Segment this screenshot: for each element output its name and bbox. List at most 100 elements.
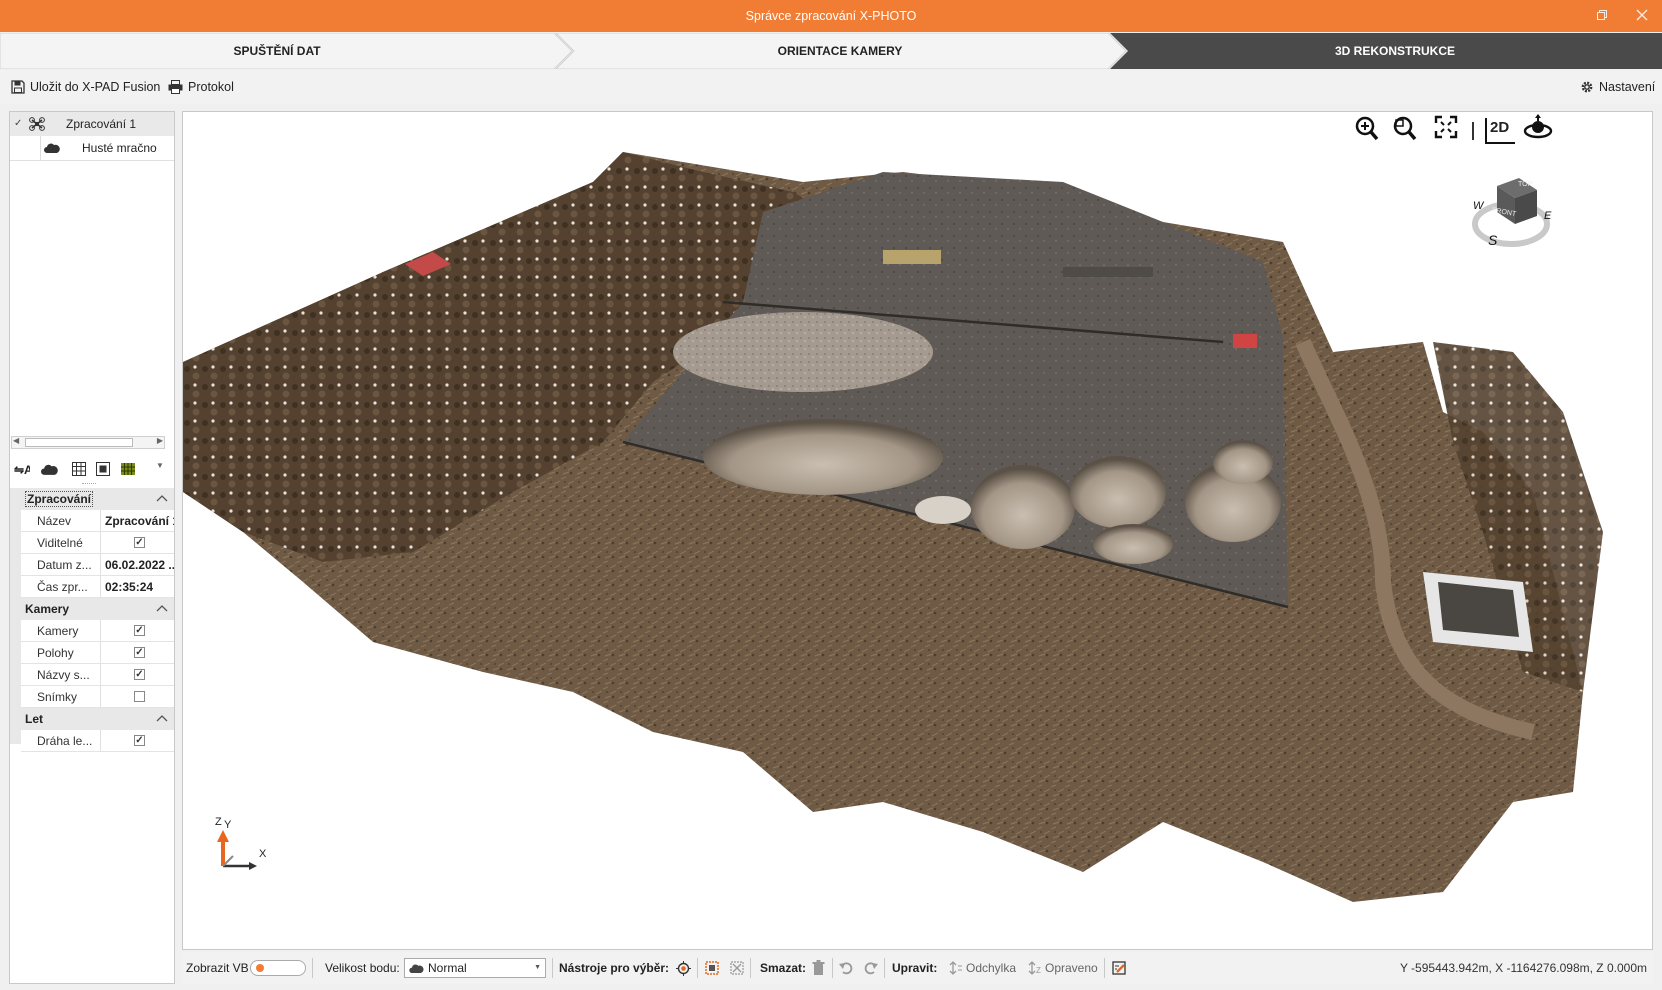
- axis-x-label: X: [259, 848, 267, 860]
- viewcube-top-label[interactable]: TOP: [1518, 181, 1532, 188]
- section-cameras-header[interactable]: Kamery: [21, 598, 174, 620]
- property-value: ✓: [102, 642, 174, 663]
- section-flight-header[interactable]: Let: [21, 708, 174, 730]
- images-checkbox[interactable]: [134, 691, 145, 702]
- corrected-label: Opraveno: [1045, 961, 1098, 975]
- property-value: ✓: [102, 532, 174, 553]
- save-to-xpad-button[interactable]: Uložit do X-PAD Fusion: [11, 70, 160, 104]
- left-panel: ✓ Zpracování 1 Husté mračno ◀ ▶ ⇋A ▼ Zpr…: [9, 111, 175, 984]
- section-processing-header[interactable]: Zpracování: [21, 488, 174, 510]
- protocol-label: Protokol: [188, 80, 234, 94]
- select-point-icon[interactable]: [676, 961, 691, 976]
- trash-icon[interactable]: [812, 960, 825, 976]
- zoom-window-icon[interactable]: [1393, 112, 1417, 142]
- step-data-start[interactable]: SPUŠTĚNÍ DAT: [0, 33, 554, 69]
- tree-item-dense-cloud-label: Husté mračno: [82, 141, 157, 155]
- tree-divider: [10, 160, 174, 161]
- property-key: Kamery: [21, 620, 101, 641]
- property-grid-gutter: [10, 488, 21, 744]
- viewcube-south-label[interactable]: S: [1488, 232, 1497, 248]
- show-vb-label: Zobrazit VB: [186, 961, 249, 975]
- scroll-left-icon[interactable]: ◀: [13, 436, 19, 445]
- splitter-grip[interactable]: [82, 483, 96, 486]
- collapse-icon[interactable]: [156, 714, 168, 722]
- property-value: 02:35:24: [105, 580, 154, 594]
- property-row-name[interactable]: Název Zpracování 1: [21, 510, 174, 532]
- image-names-checkbox[interactable]: ✓: [134, 669, 145, 680]
- tree-item-processing[interactable]: ✓ Zpracování 1: [10, 112, 174, 136]
- step-3d-reconstruction[interactable]: 3D REKONSTRUKCE: [1128, 33, 1662, 69]
- rectangle-select-icon[interactable]: [705, 961, 719, 975]
- chevron-down-icon[interactable]: ✓: [14, 112, 22, 136]
- property-key: Názvy s...: [21, 664, 101, 685]
- property-row-cameras[interactable]: Kamery ✓: [21, 620, 174, 642]
- undo-icon[interactable]: [839, 961, 853, 975]
- property-row-images[interactable]: Snímky: [21, 686, 174, 708]
- collapse-icon[interactable]: [156, 604, 168, 612]
- property-value[interactable]: Zpracování 1: [102, 510, 174, 531]
- deviation-label: Odchylka: [966, 961, 1017, 975]
- property-key: Čas zpr...: [21, 576, 101, 597]
- positions-checkbox[interactable]: ✓: [134, 647, 145, 658]
- property-row-time[interactable]: Čas zpr... 02:35:24: [21, 576, 174, 598]
- text-filter-icon[interactable]: ⇋A: [14, 461, 30, 477]
- edit-label: Upravit:: [892, 961, 938, 975]
- tree-item-processing-label: Zpracování 1: [66, 117, 137, 131]
- point-size-select[interactable]: Normal ▼: [404, 958, 546, 978]
- tree-horizontal-scrollbar[interactable]: ◀ ▶: [11, 436, 165, 449]
- scrollbar-thumb[interactable]: [25, 438, 133, 447]
- viewcube-west-label[interactable]: W: [1473, 200, 1483, 212]
- property-value: ✓: [102, 620, 174, 641]
- main-toolbar: Uložit do X-PAD Fusion Protokol Nastaven…: [0, 70, 1662, 104]
- property-row-image-names[interactable]: Názvy s... ✓: [21, 664, 174, 686]
- property-row-flight-path[interactable]: Dráha le... ✓: [21, 730, 174, 752]
- grid-icon[interactable]: [72, 462, 86, 476]
- edit-attributes-icon[interactable]: [1112, 961, 1127, 976]
- point-size-label: Velikost bodu:: [325, 961, 400, 975]
- restore-button[interactable]: [1582, 0, 1622, 32]
- cloud-filter-icon[interactable]: [41, 464, 58, 475]
- restore-icon: [1597, 10, 1607, 20]
- drone-icon: [29, 117, 45, 131]
- gear-icon: [1581, 81, 1593, 93]
- image-icon[interactable]: [96, 462, 110, 476]
- step-camera-orientation[interactable]: ORIENTACE KAMERY: [572, 33, 1108, 69]
- close-button[interactable]: [1622, 0, 1662, 32]
- tree-item-dense-cloud[interactable]: Husté mračno: [10, 136, 174, 160]
- scroll-right-icon[interactable]: ▶: [157, 436, 163, 445]
- property-row-positions[interactable]: Polohy ✓: [21, 642, 174, 664]
- property-row-visible[interactable]: Viditelné ✓: [21, 532, 174, 554]
- save-icon: [11, 80, 25, 94]
- property-value: 06.02.2022 ...: [105, 558, 174, 572]
- 2d-view-button[interactable]: 2D: [1485, 118, 1515, 144]
- coordinate-readout: Y -595443.942m, X -1164276.098m, Z 0.000…: [1399, 961, 1647, 975]
- title-bar: Správce zpracování X-PHOTO: [0, 0, 1662, 32]
- flight-path-checkbox[interactable]: ✓: [134, 735, 145, 746]
- cameras-checkbox[interactable]: ✓: [134, 625, 145, 636]
- property-value: ✓: [102, 730, 174, 751]
- axis-y-label: Y: [224, 819, 232, 831]
- point-size-value: Normal: [428, 961, 467, 975]
- orbit-icon[interactable]: [1523, 114, 1553, 144]
- collapse-icon[interactable]: [156, 494, 168, 502]
- protocol-button[interactable]: Protokol: [168, 70, 234, 104]
- visible-checkbox[interactable]: ✓: [134, 537, 145, 548]
- viewcube-east-label[interactable]: E: [1544, 210, 1551, 222]
- tree-line: [40, 136, 41, 160]
- chevron-down-icon: ▼: [534, 964, 541, 971]
- 3d-viewport[interactable]: 2D TOP FRONT W E S Z Y X: [182, 111, 1653, 950]
- point-cloud-render[interactable]: [183, 112, 1652, 949]
- colorbar-icon[interactable]: [121, 463, 135, 475]
- property-row-date[interactable]: Datum z... 06.02.2022 ...: [21, 554, 174, 576]
- show-vb-toggle[interactable]: [250, 960, 306, 976]
- fit-view-icon[interactable]: [1434, 115, 1458, 139]
- more-options-icon[interactable]: ▼: [156, 461, 164, 470]
- deselect-icon[interactable]: [730, 961, 744, 975]
- window-title: Správce zpracování X-PHOTO: [745, 9, 917, 23]
- redo-icon[interactable]: [864, 961, 878, 975]
- settings-button[interactable]: Nastavení: [1580, 70, 1655, 104]
- deviation-icon: [949, 961, 962, 975]
- zoom-in-icon[interactable]: [1355, 112, 1379, 142]
- cloud-icon: [44, 143, 60, 153]
- separator: [552, 958, 553, 978]
